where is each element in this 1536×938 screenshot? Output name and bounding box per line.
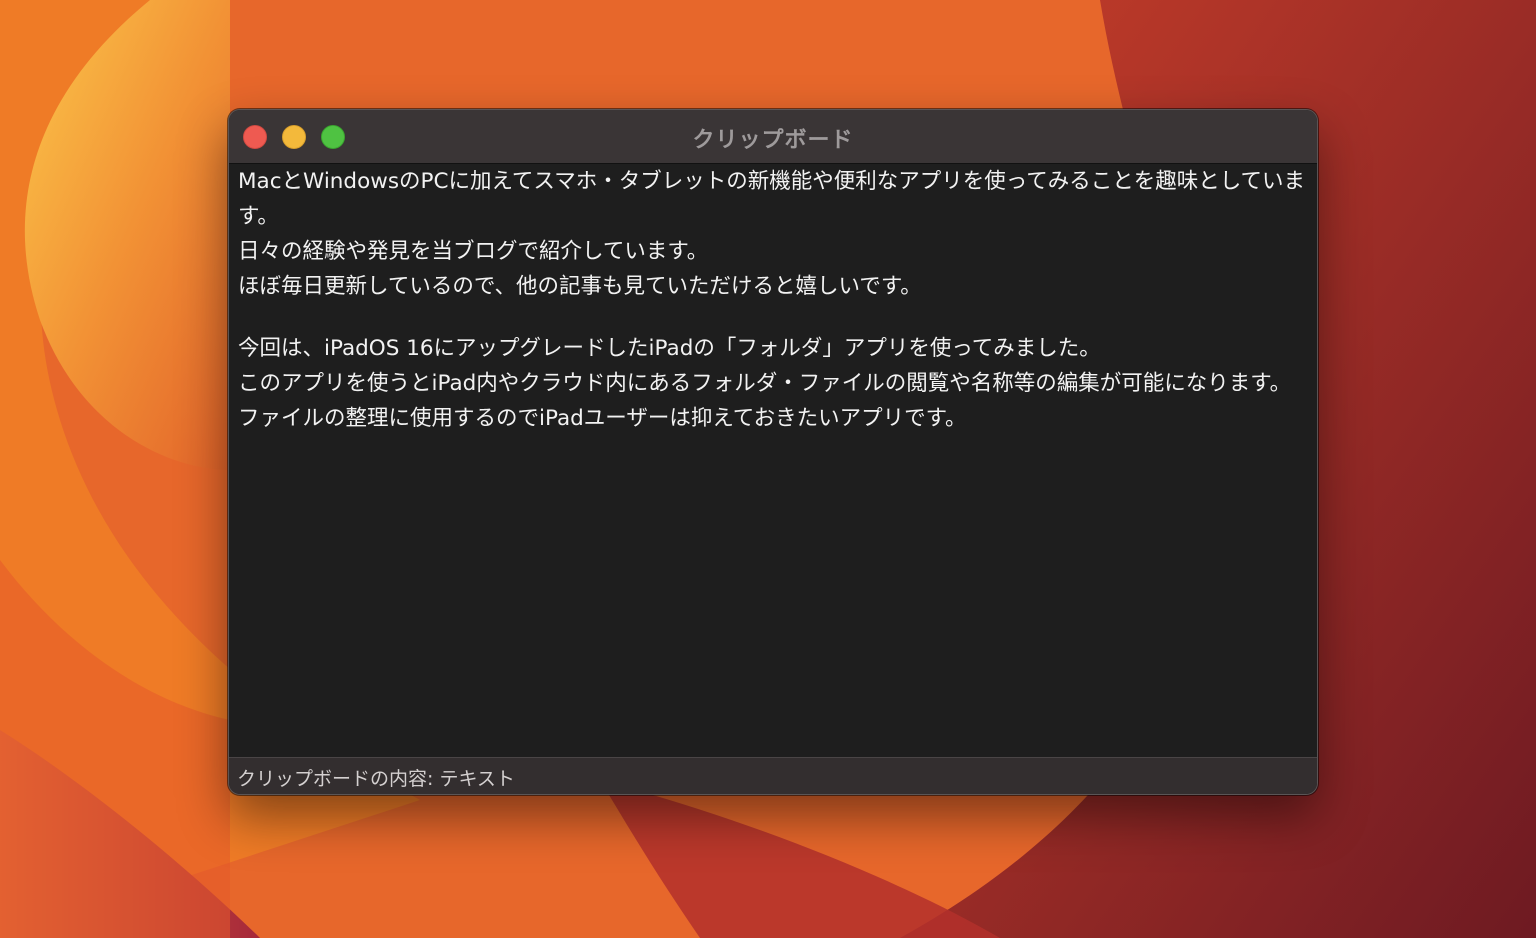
content-paragraph: ほぼ毎日更新しているので、他の記事も見ていただけると嬉しいです。 [238, 274, 922, 299]
content-paragraph: 日々の経験や発見を当ブログで紹介しています。 [238, 239, 709, 264]
content-paragraph: MacとWindowsのPCに加えてスマホ・タブレットの新機能や便利なアプリを使… [238, 169, 1306, 229]
status-bar: クリップボードの内容: テキスト [229, 757, 1317, 794]
window-titlebar[interactable]: クリップボード [229, 110, 1317, 164]
status-text: クリップボードの内容: テキスト [237, 768, 515, 790]
content-paragraph: ファイルの整理に使用するのでiPadユーザーは抑えておきたいアプリです。 [238, 406, 967, 431]
clipboard-content-area[interactable]: MacとWindowsのPCに加えてスマホ・タブレットの新機能や便利なアプリを使… [229, 164, 1317, 756]
clipboard-window: クリップボード MacとWindowsのPCに加えてスマホ・タブレットの新機能や… [228, 109, 1318, 795]
content-paragraph: このアプリを使うとiPad内やクラウド内にあるフォルダ・ファイルの閲覧や名称等の… [238, 371, 1292, 396]
desktop: クリップボード MacとWindowsのPCに加えてスマホ・タブレットの新機能や… [0, 0, 1536, 938]
content-paragraph: 今回は、iPadOS 16にアップグレードしたiPadの「フォルダ」アプリを使っ… [238, 336, 1101, 361]
window-title: クリップボード [692, 128, 854, 153]
